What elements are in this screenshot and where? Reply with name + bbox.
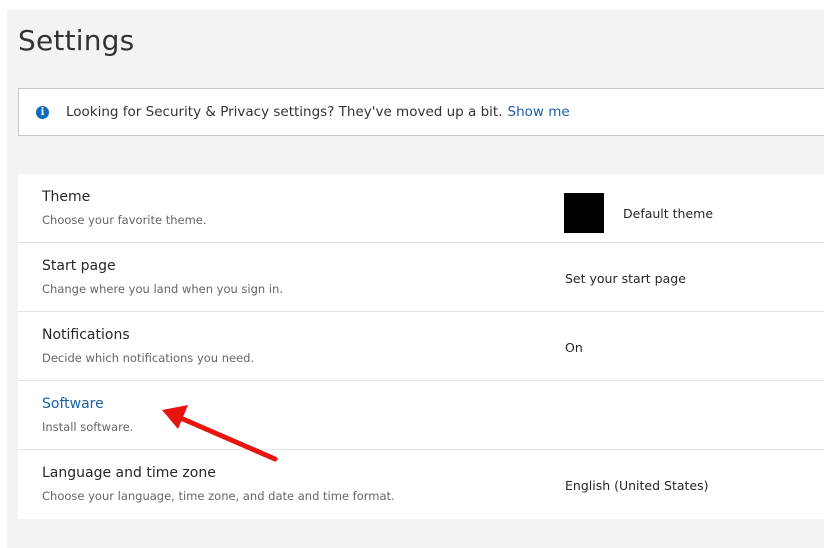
setting-description-theme: Choose your favorite theme. xyxy=(42,213,207,227)
theme-value[interactable]: Default theme xyxy=(623,206,713,221)
language-value[interactable]: English (United States) xyxy=(565,478,709,493)
setting-title-language: Language and time zone xyxy=(42,465,216,481)
setting-row-notifications[interactable]: Notifications Decide which notifications… xyxy=(18,312,824,381)
setting-title-theme: Theme xyxy=(42,189,91,205)
info-icon: i xyxy=(36,105,49,119)
start-page-value[interactable]: Set your start page xyxy=(565,271,686,286)
setting-row-language[interactable]: Language and time zone Choose your langu… xyxy=(18,450,824,519)
software-link[interactable]: Software xyxy=(42,396,104,412)
setting-title-notifications: Notifications xyxy=(42,327,130,343)
setting-row-software[interactable]: Software Install software. xyxy=(18,381,824,450)
settings-list: Theme Choose your favorite theme. Defaul… xyxy=(18,174,824,519)
page-title: Settings xyxy=(18,24,135,57)
setting-title-start-page: Start page xyxy=(42,258,116,274)
setting-row-theme[interactable]: Theme Choose your favorite theme. Defaul… xyxy=(18,174,824,243)
info-banner-text: Looking for Security & Privacy settings?… xyxy=(66,104,503,120)
show-me-link[interactable]: Show me xyxy=(508,104,570,120)
setting-description-language: Choose your language, time zone, and dat… xyxy=(42,489,395,503)
setting-description-software: Install software. xyxy=(42,420,134,434)
setting-description-start-page: Change where you land when you sign in. xyxy=(42,282,284,296)
setting-row-start-page[interactable]: Start page Change where you land when yo… xyxy=(18,243,824,312)
theme-swatch[interactable] xyxy=(564,193,604,233)
setting-description-notifications: Decide which notifications you need. xyxy=(42,351,255,365)
info-banner: i Looking for Security & Privacy setting… xyxy=(18,88,824,136)
notifications-value[interactable]: On xyxy=(565,340,583,355)
